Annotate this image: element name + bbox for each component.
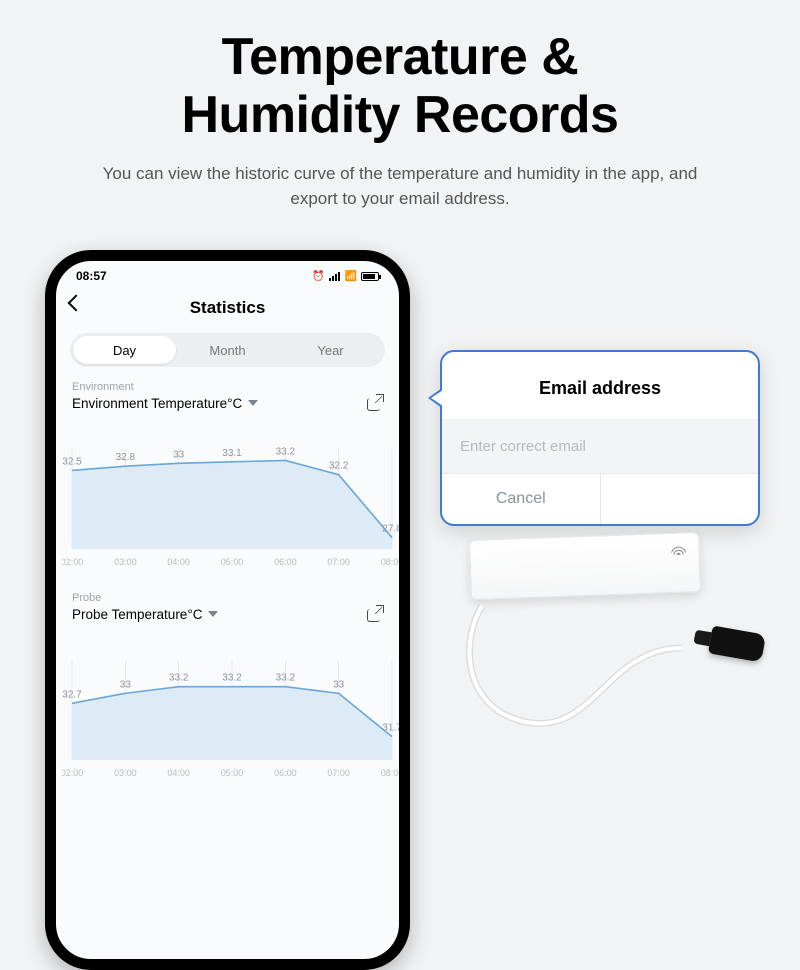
svg-text:08:00: 08:00 — [381, 768, 402, 778]
page-title: Statistics — [190, 298, 266, 318]
env-metric-row[interactable]: Environment Temperature°C — [72, 395, 383, 411]
probe-group-label: Probe — [72, 592, 383, 604]
status-clock: 08:57 — [76, 269, 107, 283]
svg-text:07:00: 07:00 — [327, 557, 350, 567]
sensor-probe-illustration — [708, 626, 766, 663]
svg-text:05:00: 05:00 — [221, 557, 244, 567]
probe-temperature-chart: 32.7 33 33.2 33.2 33.2 33 31.7 02:00 03:00 04:00 0… — [62, 632, 402, 782]
svg-text:04:00: 04:00 — [167, 557, 190, 567]
status-icons: ⏰ 📶 — [312, 271, 379, 282]
confirm-button[interactable] — [600, 474, 759, 524]
svg-text:32.7: 32.7 — [62, 689, 82, 700]
hero-title: Temperature & Humidity Records — [0, 0, 800, 144]
tab-year[interactable]: Year — [279, 336, 382, 364]
svg-text:02:00: 02:00 — [62, 768, 83, 778]
svg-text:33.2: 33.2 — [169, 673, 189, 684]
svg-text:06:00: 06:00 — [274, 768, 297, 778]
env-group-label: Environment — [72, 381, 383, 393]
svg-text:08:00: 08:00 — [381, 557, 402, 567]
tab-month[interactable]: Month — [176, 336, 279, 364]
chevron-down-icon — [248, 400, 258, 406]
svg-text:27.8: 27.8 — [382, 524, 402, 535]
wifi-icon: 📶 — [345, 271, 357, 282]
export-icon[interactable] — [367, 395, 383, 411]
range-segmented-control[interactable]: Day Month Year — [70, 333, 385, 367]
svg-text:32.8: 32.8 — [116, 452, 136, 463]
title-bar: Statistics — [56, 291, 399, 325]
svg-text:33.2: 33.2 — [276, 673, 296, 684]
battery-icon — [361, 272, 379, 281]
export-icon[interactable] — [367, 606, 383, 622]
svg-text:06:00: 06:00 — [274, 557, 297, 567]
svg-text:03:00: 03:00 — [114, 768, 137, 778]
alarm-icon: ⏰ — [312, 271, 324, 282]
svg-text:33: 33 — [120, 679, 132, 690]
svg-text:33.2: 33.2 — [222, 673, 242, 684]
svg-text:31.7: 31.7 — [382, 723, 402, 734]
hero-title-line2: Humidity Records — [182, 86, 619, 144]
probe-metric-label: Probe Temperature°C — [72, 607, 202, 622]
svg-text:33: 33 — [333, 679, 345, 690]
sensor-hub-illustration — [469, 532, 701, 600]
env-metric-label: Environment Temperature°C — [72, 396, 242, 411]
svg-text:02:00: 02:00 — [62, 557, 83, 567]
tab-day[interactable]: Day — [73, 336, 176, 364]
svg-text:32.5: 32.5 — [62, 456, 82, 467]
phone-mockup: 08:57 ⏰ 📶 Statistics Day Month Year Envi… — [45, 250, 410, 970]
svg-text:32.2: 32.2 — [329, 461, 349, 472]
probe-metric-row[interactable]: Probe Temperature°C — [72, 606, 383, 622]
sensor-cable-illustration — [452, 588, 752, 758]
status-bar: 08:57 ⏰ 📶 — [56, 261, 399, 291]
svg-text:07:00: 07:00 — [327, 768, 350, 778]
chevron-down-icon — [208, 611, 218, 617]
env-temperature-chart: 32.5 32.8 33 33.1 33.2 32.2 27.8 02:00 03:00 04:0… — [62, 421, 402, 571]
hero-subtitle: You can view the historic curve of the t… — [80, 162, 720, 211]
signal-icon — [329, 272, 341, 281]
email-input[interactable]: Enter correct email — [442, 419, 758, 473]
svg-text:33: 33 — [173, 449, 185, 460]
cancel-button[interactable]: Cancel — [442, 474, 600, 524]
svg-text:33.2: 33.2 — [276, 446, 296, 457]
hero-title-line1: Temperature & — [222, 28, 579, 86]
svg-text:04:00: 04:00 — [167, 768, 190, 778]
svg-text:03:00: 03:00 — [114, 557, 137, 567]
svg-text:05:00: 05:00 — [221, 768, 244, 778]
dialog-title: Email address — [442, 352, 758, 419]
svg-text:33.1: 33.1 — [222, 448, 242, 459]
email-export-dialog: Email address Enter correct email Cancel — [440, 350, 760, 526]
back-icon[interactable] — [68, 295, 85, 312]
